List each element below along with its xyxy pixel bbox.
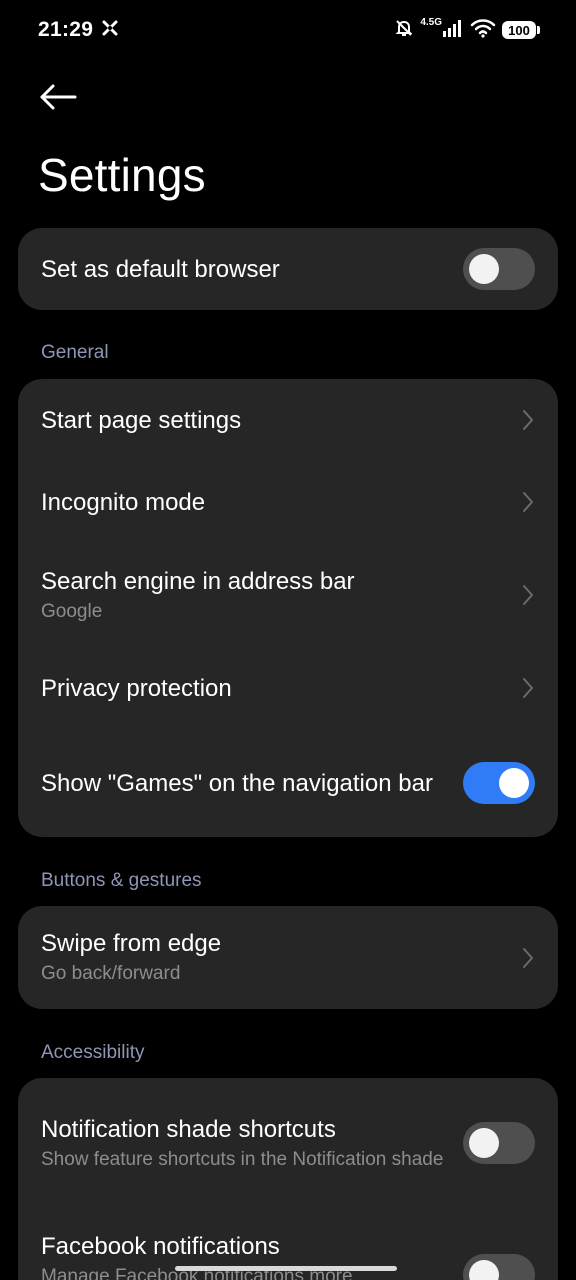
section-label-buttons-gestures: Buttons & gestures [41, 870, 202, 891]
status-time: 21:29 [38, 18, 94, 41]
start-page-settings-item[interactable]: Start page settings [18, 379, 558, 461]
facebook-notifications-item[interactable]: Facebook notifications Manage Facebook n… [18, 1230, 558, 1280]
search-engine-item[interactable]: Search engine in address bar Google [18, 543, 558, 647]
network-type: 4.5G [420, 16, 442, 28]
swipe-from-edge-item[interactable]: Swipe from edge Go back/forward [18, 906, 558, 1009]
notification-shade-shortcuts-item[interactable]: Notification shade shortcuts Show featur… [18, 1078, 558, 1208]
section-label-accessibility: Accessibility [41, 1042, 145, 1063]
back-button[interactable] [34, 76, 82, 118]
status-bar: 21:29 4.5G 100 [0, 0, 576, 60]
toggle-knob [469, 1128, 499, 1158]
signal-icon [442, 18, 464, 43]
facebook-notifications-toggle[interactable] [463, 1254, 535, 1280]
chevron-right-icon [521, 409, 535, 431]
chevron-right-icon [521, 491, 535, 513]
toggle-knob [469, 254, 499, 284]
item-subtitle: Google [41, 600, 103, 622]
toggle-knob [499, 768, 529, 798]
bell-off-icon [394, 18, 414, 43]
default-browser-card: Set as default browser [18, 228, 558, 310]
item-title: Show "Games" on the navigation bar [41, 769, 433, 797]
toggle-knob [469, 1260, 499, 1280]
default-browser-toggle[interactable] [463, 248, 535, 290]
default-browser-label: Set as default browser [41, 255, 280, 283]
notification-shade-toggle[interactable] [463, 1122, 535, 1164]
item-subtitle: Go back/forward [41, 963, 181, 984]
item-subtitle: Show feature shortcuts in the Notificati… [41, 1148, 444, 1170]
item-title: Facebook notifications [41, 1233, 280, 1260]
default-browser-row[interactable]: Set as default browser [18, 228, 558, 310]
item-title: Notification shade shortcuts [41, 1115, 336, 1143]
section-label-general: General [41, 342, 109, 363]
page-title: Settings [38, 149, 206, 201]
tools-icon [101, 19, 119, 42]
arrow-left-icon [40, 84, 77, 110]
chevron-right-icon [521, 584, 535, 606]
general-card: Start page settings Incognito mode Searc… [18, 379, 558, 837]
item-title: Incognito mode [41, 488, 206, 516]
chevron-right-icon [521, 677, 535, 699]
privacy-protection-item[interactable]: Privacy protection [18, 647, 558, 729]
battery-icon: 100 [502, 21, 540, 39]
accessibility-card: Notification shade shortcuts Show featur… [18, 1078, 558, 1280]
show-games-toggle[interactable] [463, 762, 535, 804]
show-games-item[interactable]: Show "Games" on the navigation bar [18, 729, 558, 837]
home-indicator[interactable] [175, 1266, 397, 1271]
settings-screen: 21:29 4.5G 100 Settings Set as default b… [0, 0, 576, 1280]
chevron-right-icon [521, 947, 535, 969]
item-title: Privacy protection [41, 674, 232, 702]
item-title: Start page settings [41, 406, 242, 434]
item-title: Swipe from edge [41, 930, 222, 957]
buttons-gestures-card: Swipe from edge Go back/forward [18, 906, 558, 1009]
incognito-mode-item[interactable]: Incognito mode [18, 461, 558, 543]
wifi-icon [470, 18, 496, 43]
item-title: Search engine in address bar [41, 567, 355, 595]
